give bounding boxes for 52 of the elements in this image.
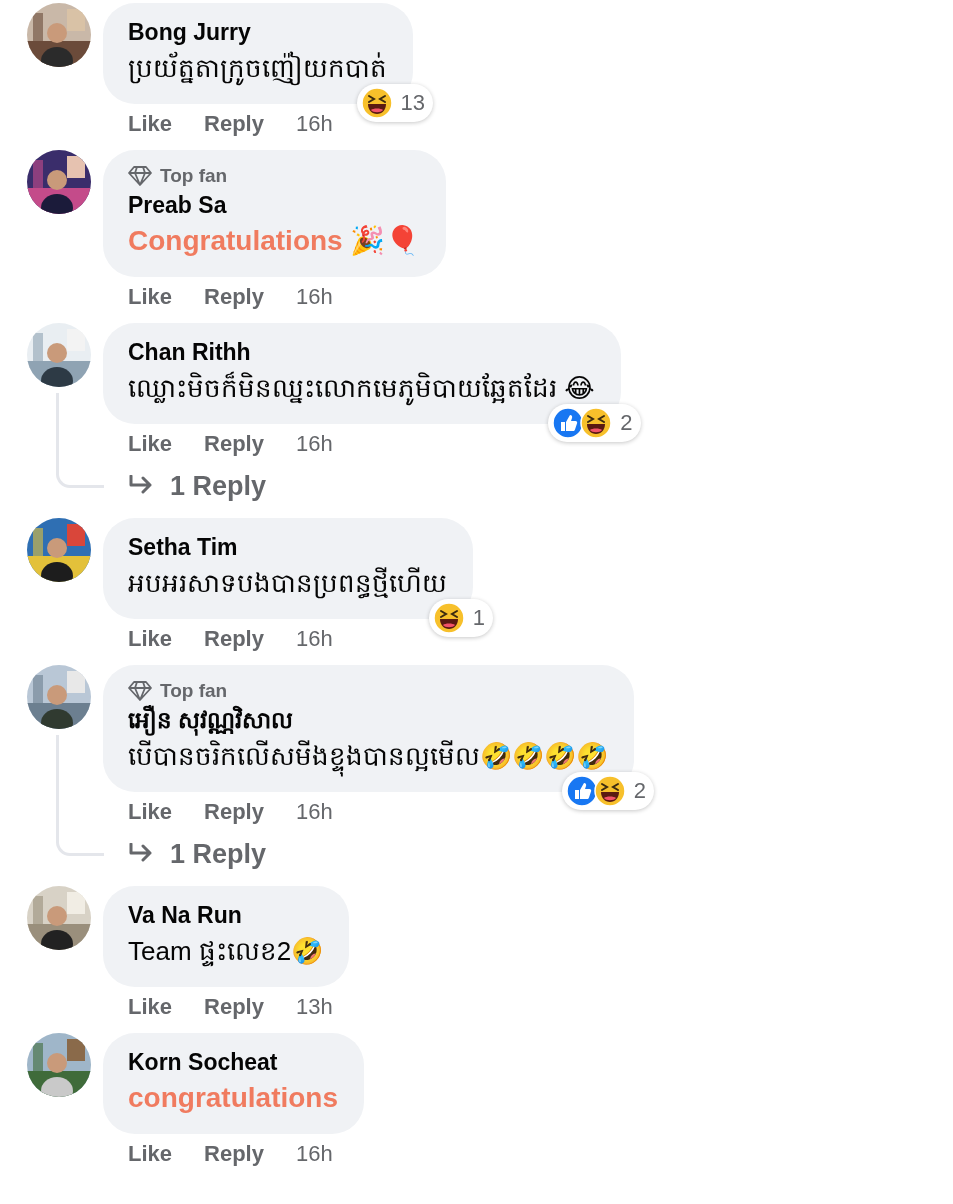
- reply-link[interactable]: Reply: [204, 106, 264, 140]
- timestamp: 16h: [295, 109, 333, 138]
- reply-link[interactable]: Reply: [204, 1136, 264, 1170]
- author-name[interactable]: Preab Sa: [128, 189, 421, 221]
- reply-link[interactable]: Reply: [204, 279, 264, 313]
- reply-link[interactable]: Reply: [204, 989, 264, 1023]
- reaction-badge[interactable]: 2: [548, 404, 641, 442]
- reply-link[interactable]: Reply: [204, 621, 264, 655]
- comment-text: congratulations: [128, 1081, 338, 1115]
- like-link[interactable]: Like: [128, 989, 173, 1023]
- reaction-count: 2: [620, 409, 633, 437]
- reply-link[interactable]: Reply: [204, 426, 264, 460]
- like-link[interactable]: Like: [128, 106, 173, 140]
- like-link[interactable]: Like: [128, 1136, 173, 1170]
- top-fan-label: Top fan: [160, 164, 228, 188]
- reaction-count: 1: [472, 604, 485, 632]
- like-icon: [565, 775, 598, 807]
- diamond-icon: [128, 680, 152, 702]
- comment-text: Team ផ្ទះលេខ2🤣: [128, 935, 324, 969]
- laughing-face-icon: [432, 602, 465, 634]
- author-name[interactable]: Va Na Run: [128, 899, 324, 931]
- author-name[interactable]: Korn Socheat: [128, 1046, 338, 1078]
- laughing-face-icon: [360, 87, 393, 119]
- timestamp: 13h: [295, 992, 333, 1021]
- like-link[interactable]: Like: [128, 279, 173, 313]
- laughing-face-icon: [580, 407, 613, 439]
- author-name[interactable]: អឿន សុវណ្ណវិសាល: [128, 704, 608, 736]
- timestamp: 16h: [295, 797, 333, 826]
- reaction-count: 13: [400, 89, 425, 117]
- timestamp: 16h: [295, 624, 333, 653]
- author-name[interactable]: Setha Tim: [128, 531, 447, 563]
- like-icon: [552, 407, 585, 439]
- reaction-count: 2: [633, 777, 646, 805]
- timestamp: 16h: [295, 282, 333, 311]
- author-name[interactable]: Bong Jurry: [128, 16, 387, 48]
- comment-text: អបអរសាទបងបានប្រពន្ធថ្មីហើយ: [128, 566, 447, 601]
- reaction-badge[interactable]: 13: [356, 84, 433, 122]
- like-link[interactable]: Like: [128, 621, 173, 655]
- top-fan-label: Top fan: [160, 679, 228, 703]
- view-replies-link[interactable]: 1 Reply: [103, 830, 273, 878]
- diamond-icon: [128, 165, 152, 187]
- view-replies-link[interactable]: 1 Reply: [103, 462, 273, 510]
- reaction-badge[interactable]: 1: [428, 599, 493, 637]
- like-link[interactable]: Like: [128, 426, 173, 460]
- timestamp: 16h: [295, 1139, 333, 1168]
- reaction-badge[interactable]: 2: [561, 772, 654, 810]
- laughing-face-icon: [593, 775, 626, 807]
- timestamp: 16h: [295, 429, 333, 458]
- author-name[interactable]: Chan Rithh: [128, 336, 595, 368]
- reply-link[interactable]: Reply: [204, 794, 264, 828]
- like-link[interactable]: Like: [128, 794, 173, 828]
- comment-text: Congratulations 🎉🎈: [128, 224, 421, 258]
